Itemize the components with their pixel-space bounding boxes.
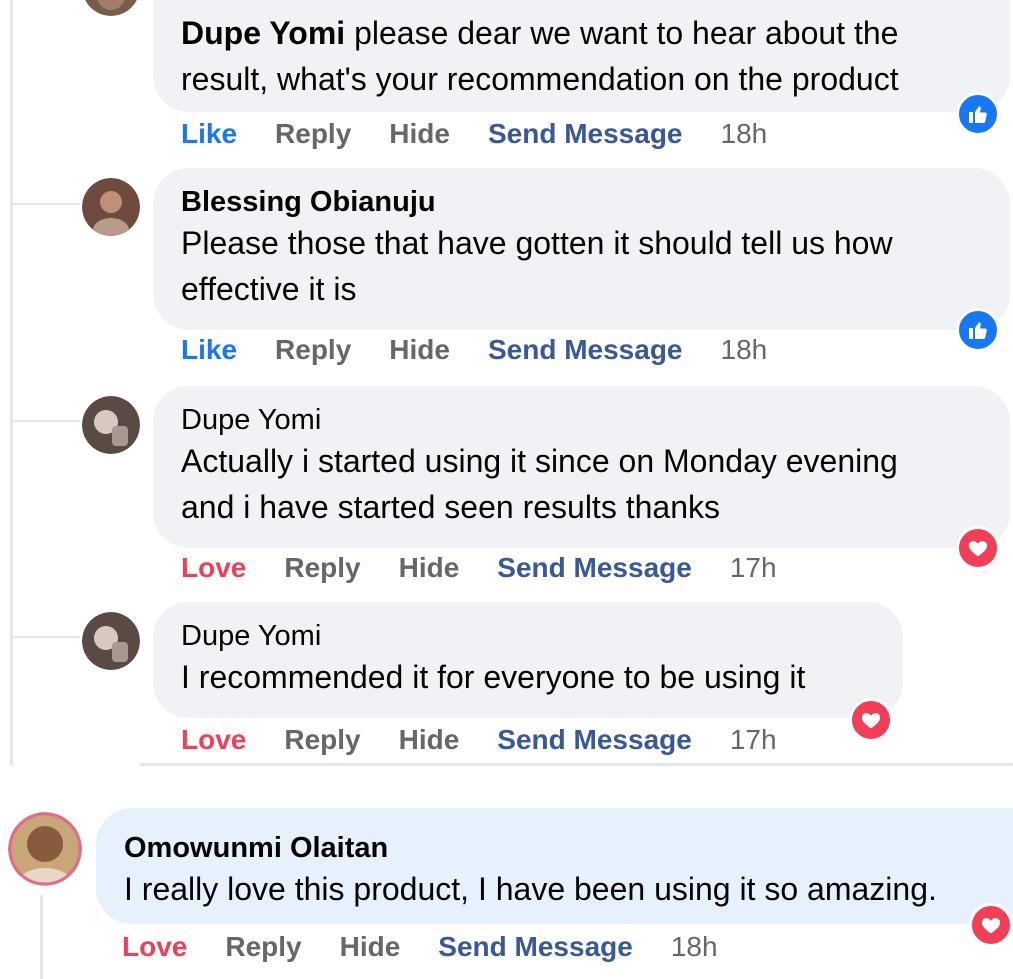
avatar-photo (85, 0, 137, 16)
love-button[interactable]: Love (122, 931, 187, 963)
love-reaction-icon[interactable] (956, 526, 1000, 570)
love-button[interactable]: Love (181, 552, 246, 584)
comment-text-line: I really love this product, I have been … (124, 871, 937, 907)
like-reaction-icon[interactable] (956, 92, 1000, 136)
avatar-photo (82, 396, 140, 454)
comment-author[interactable]: Dupe Yomi (181, 402, 982, 438)
comment-author[interactable]: Dupe Yomi (181, 15, 345, 51)
comment-bubble: Blessing Obianuju Please those that have… (153, 168, 1010, 330)
comment-timestamp[interactable]: 18h (721, 118, 768, 150)
thread-line (10, 420, 80, 422)
comment-text-line: Actually i started using it since on Mon… (181, 443, 898, 479)
comment-timestamp[interactable]: 18h (721, 334, 768, 366)
thread-line (10, 203, 80, 205)
avatar[interactable] (82, 612, 140, 670)
avatar[interactable] (82, 396, 140, 454)
love-reaction-icon[interactable] (849, 698, 893, 742)
comment-timestamp[interactable]: 18h (671, 931, 718, 963)
send-message-button[interactable]: Send Message (438, 931, 633, 963)
comment-bubble: Dupe Yomi Actually i started using it si… (153, 386, 1010, 548)
comment-text: Dupe Yomi please dear we want to hear ab… (181, 10, 982, 102)
thread-line (40, 895, 43, 979)
reply-button[interactable]: Reply (225, 931, 301, 963)
comment-bubble: Dupe Yomi please dear we want to hear ab… (153, 0, 1010, 112)
comment-text-line: please dear we want to hear about the (354, 15, 899, 51)
comment-text: I really love this product, I have been … (124, 866, 985, 912)
like-button[interactable]: Like (181, 118, 237, 150)
hide-button[interactable]: Hide (389, 118, 450, 150)
hide-button[interactable]: Hide (389, 334, 450, 366)
avatar-photo (82, 178, 140, 236)
comment-timestamp[interactable]: 17h (730, 552, 777, 584)
comment-actions: Like Reply Hide Send Message 18h (181, 114, 805, 154)
send-message-button[interactable]: Send Message (497, 552, 692, 584)
comment-text: I recommended it for everyone to be usin… (181, 654, 875, 700)
send-message-button[interactable]: Send Message (488, 118, 683, 150)
thread-line (10, 0, 13, 765)
like-reaction-icon[interactable] (956, 308, 1000, 352)
avatar[interactable] (82, 0, 140, 16)
comment-text-line: effective it is (181, 271, 357, 307)
love-button[interactable]: Love (181, 724, 246, 756)
comment-text: Actually i started using it since on Mon… (181, 438, 982, 530)
thumbs-up-icon (969, 106, 987, 123)
comment-text-line: Please those that have gotten it should … (181, 225, 893, 261)
comment-bubble: Omowunmi Olaitan I really love this prod… (96, 808, 1013, 924)
comment-author[interactable]: Omowunmi Olaitan (124, 830, 985, 866)
thumbs-up-icon (969, 322, 987, 339)
like-button[interactable]: Like (181, 334, 237, 366)
comment-author[interactable]: Dupe Yomi (181, 618, 875, 654)
comment-text: Please those that have gotten it should … (181, 220, 982, 312)
reply-button[interactable]: Reply (284, 552, 360, 584)
comment-actions: Love Reply Hide Send Message 18h (122, 927, 756, 967)
reply-button[interactable]: Reply (284, 724, 360, 756)
comment-bubble: Dupe Yomi I recommended it for everyone … (153, 602, 903, 718)
divider (140, 763, 1013, 766)
avatar-photo (82, 612, 140, 670)
send-message-button[interactable]: Send Message (497, 724, 692, 756)
avatar[interactable] (8, 812, 82, 886)
heart-icon (968, 541, 988, 557)
avatar-photo (8, 812, 82, 886)
hide-button[interactable]: Hide (399, 552, 460, 584)
hide-button[interactable]: Hide (399, 724, 460, 756)
comment-actions: Love Reply Hide Send Message 17h (181, 720, 815, 760)
reply-button[interactable]: Reply (275, 118, 351, 150)
send-message-button[interactable]: Send Message (488, 334, 683, 366)
comment-text-line: I recommended it for everyone to be usin… (181, 659, 806, 695)
comment-timestamp[interactable]: 17h (730, 724, 777, 756)
love-reaction-icon[interactable] (969, 903, 1013, 947)
hide-button[interactable]: Hide (340, 931, 401, 963)
thread-line (10, 636, 80, 638)
comment-actions: Like Reply Hide Send Message 18h (181, 330, 805, 370)
avatar[interactable] (82, 178, 140, 236)
reply-button[interactable]: Reply (275, 334, 351, 366)
comment-author[interactable]: Blessing Obianuju (181, 184, 982, 220)
comment-actions: Love Reply Hide Send Message 17h (181, 548, 815, 588)
heart-icon (981, 918, 1001, 934)
heart-icon (861, 713, 881, 729)
comment-text-line: result, what's your recommendation on th… (181, 61, 899, 97)
comment-text-line: and i have started seen results thanks (181, 489, 720, 525)
